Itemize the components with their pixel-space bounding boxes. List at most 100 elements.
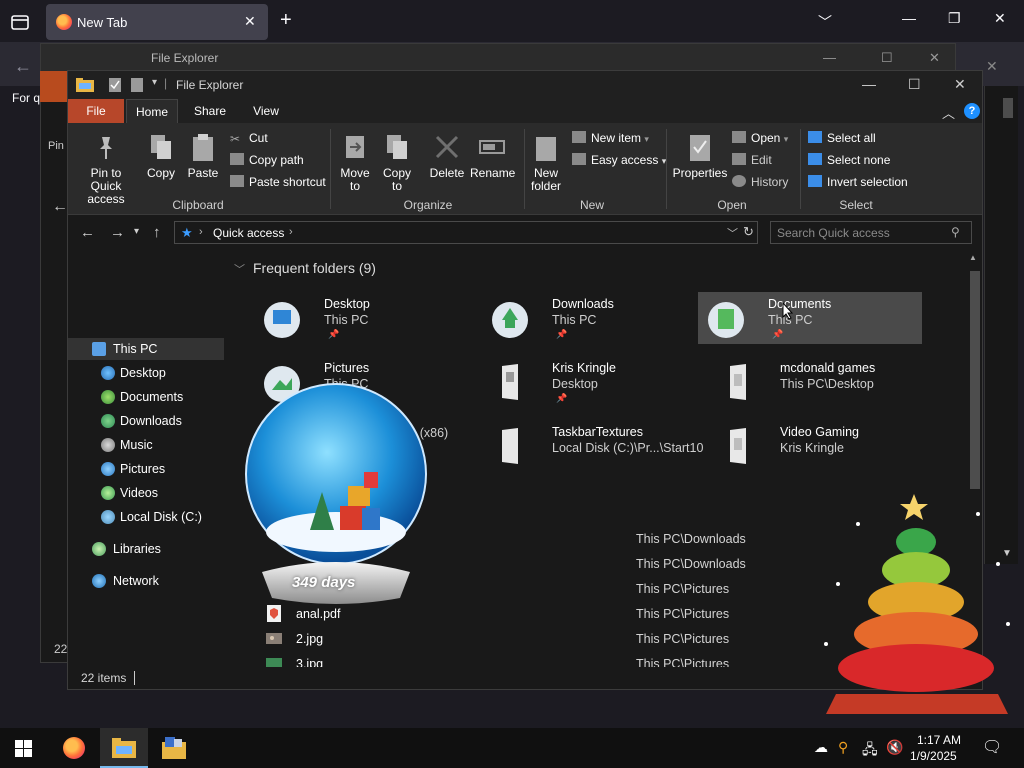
search-box[interactable]: ⚲	[770, 221, 972, 244]
nav-item-documents[interactable]: Documents	[68, 386, 224, 408]
pin-to-quick-access-button[interactable]: Pin to Quick access	[74, 133, 138, 206]
paste-shortcut-icon	[230, 175, 244, 187]
folder-tile[interactable]: Documents This PC 📌	[698, 292, 922, 344]
select-none-button[interactable]: Select none	[808, 153, 890, 167]
new-folder-button[interactable]: New folder	[528, 133, 564, 193]
scroll-up-icon[interactable]: ▲	[969, 253, 977, 262]
nav-item-libraries[interactable]: Libraries	[68, 538, 224, 560]
address-bar[interactable]: ★ › Quick access › ﹀ ↻	[174, 221, 758, 244]
breadcrumb-chevron-icon[interactable]: ›	[199, 226, 203, 238]
properties-icon[interactable]	[108, 78, 122, 92]
easy-access-button[interactable]: Easy access ▾	[572, 153, 666, 167]
history-button[interactable]: History	[732, 175, 788, 189]
notification-icon[interactable]: 🗨	[982, 737, 1002, 757]
invert-selection-button[interactable]: Invert selection	[808, 175, 908, 189]
help-icon[interactable]: ?	[964, 103, 980, 119]
background-minimize-button[interactable]: —	[823, 50, 836, 65]
christmas-tree-gadget[interactable]	[818, 484, 1024, 724]
nav-item-pictures[interactable]: Pictures	[68, 458, 224, 480]
weather-icon[interactable]: ☁	[814, 739, 828, 756]
edit-button[interactable]: Edit	[732, 153, 772, 167]
up-button[interactable]: ↑	[153, 224, 161, 241]
close-button[interactable]: ✕	[954, 76, 966, 93]
folder-tile[interactable]: Desktop This PC 📌	[254, 292, 478, 344]
move-to-button[interactable]: Move to	[338, 133, 372, 193]
copy-to-button[interactable]: Copy to	[380, 133, 414, 193]
cut-button[interactable]: ✂ Cut	[230, 131, 268, 146]
taskbar-file-explorer[interactable]	[100, 728, 148, 768]
background-close-icon[interactable]: ✕	[986, 58, 998, 75]
refresh-icon[interactable]: ↻	[743, 224, 754, 240]
network-icon[interactable]: 🖧	[862, 739, 878, 763]
nav-item-downloads[interactable]: Downloads	[68, 410, 224, 432]
browser-close-button[interactable]: ✕	[994, 10, 1006, 27]
copy-button[interactable]: Copy	[144, 133, 178, 180]
delete-button[interactable]: Delete	[428, 133, 466, 180]
tab-share[interactable]: Share	[184, 99, 236, 123]
firefox-view-icon[interactable]	[8, 11, 32, 33]
background-close-button[interactable]: ✕	[929, 50, 940, 66]
collapse-ribbon-icon[interactable]: ︿	[942, 103, 955, 122]
breadcrumb-quick-access[interactable]: Quick access	[213, 226, 284, 240]
tab-home[interactable]: Home	[126, 99, 178, 123]
start-button[interactable]	[0, 728, 48, 768]
tab-view[interactable]: View	[240, 99, 292, 123]
folder-icon	[76, 78, 94, 92]
breadcrumb-chevron-icon[interactable]: ›	[289, 226, 293, 238]
scrollbar-thumb[interactable]	[970, 271, 980, 489]
invert-selection-icon	[808, 175, 822, 187]
open-button[interactable]: Open ▾	[732, 131, 788, 145]
tab-file[interactable]: File	[68, 99, 124, 123]
minimize-button[interactable]: —	[862, 76, 876, 92]
list-all-tabs-button[interactable]: ﹀	[818, 12, 832, 32]
browser-back-button[interactable]: ←	[14, 56, 32, 77]
back-button[interactable]: ←	[80, 224, 95, 241]
paste-shortcut-button[interactable]: Paste shortcut	[230, 175, 326, 189]
browser-minimize-button[interactable]: —	[902, 10, 916, 26]
nav-item-desktop[interactable]: Desktop	[68, 362, 224, 384]
search-input[interactable]	[777, 225, 947, 240]
nav-item-network[interactable]: Network	[68, 570, 224, 592]
maximize-button[interactable]: ☐	[908, 76, 921, 93]
nav-item-music[interactable]: Music	[68, 434, 224, 456]
volume-muted-icon[interactable]: 🔇	[886, 739, 903, 756]
background-file-tab[interactable]	[40, 71, 68, 102]
nav-item-videos[interactable]: Videos	[68, 482, 224, 504]
taskbar-firefox[interactable]	[50, 728, 98, 768]
recent-locations-button[interactable]: ▾	[134, 226, 139, 237]
folder-tile[interactable]: Kris Kringle Desktop 📌	[482, 356, 706, 408]
forward-button[interactable]: →	[110, 224, 125, 241]
folder-tile[interactable]: mcdonald games This PC\Desktop	[710, 356, 934, 408]
tab-close-icon[interactable]: ✕	[244, 13, 256, 30]
rename-button[interactable]: Rename	[470, 133, 515, 180]
clock-date[interactable]: 1/9/2025	[910, 749, 957, 763]
taskbar-app[interactable]	[150, 728, 198, 768]
folder-tile[interactable]: Video Gaming Kris Kringle	[710, 420, 934, 472]
search-tray-icon[interactable]: ⚲	[838, 739, 848, 756]
folder-location: Kris Kringle	[780, 441, 844, 455]
select-all-button[interactable]: Select all	[808, 131, 876, 145]
properties-button[interactable]: Properties	[672, 133, 728, 180]
clock-time[interactable]: 1:17 AM	[917, 733, 961, 747]
address-dropdown-icon[interactable]: ﹀	[727, 225, 738, 241]
browser-tab[interactable]: New Tab ✕	[46, 4, 268, 40]
folder-tile[interactable]: TaskbarTextures Local Disk (C:)\Pr...\St…	[482, 420, 706, 472]
new-tab-button[interactable]: +	[280, 10, 292, 30]
background-scrollbar[interactable]	[1003, 98, 1013, 118]
search-icon[interactable]: ⚲	[951, 225, 960, 239]
frequent-folders-header[interactable]: ﹀ Frequent folders (9)	[234, 260, 376, 277]
snow-globe-gadget[interactable]	[240, 382, 432, 604]
background-back-arrow-icon[interactable]: ←	[52, 198, 68, 216]
move-to-label: Move	[340, 166, 370, 180]
new-folder-icon[interactable]	[130, 78, 144, 92]
nav-item-this-pc[interactable]: This PC	[68, 338, 224, 360]
paste-button[interactable]: Paste	[186, 133, 220, 180]
background-maximize-button[interactable]: ☐	[881, 50, 893, 66]
collapse-chevron-icon[interactable]: ﹀	[234, 264, 245, 276]
nav-item-local-disk[interactable]: Local Disk (C:)	[68, 506, 224, 528]
folder-tile[interactable]: Downloads This PC 📌	[482, 292, 706, 344]
copy-path-button[interactable]: Copy path	[230, 153, 304, 167]
file-path: This PC\Downloads	[636, 532, 746, 546]
browser-restore-button[interactable]: ❐	[948, 10, 961, 27]
new-item-button[interactable]: New item ▾	[572, 131, 649, 145]
